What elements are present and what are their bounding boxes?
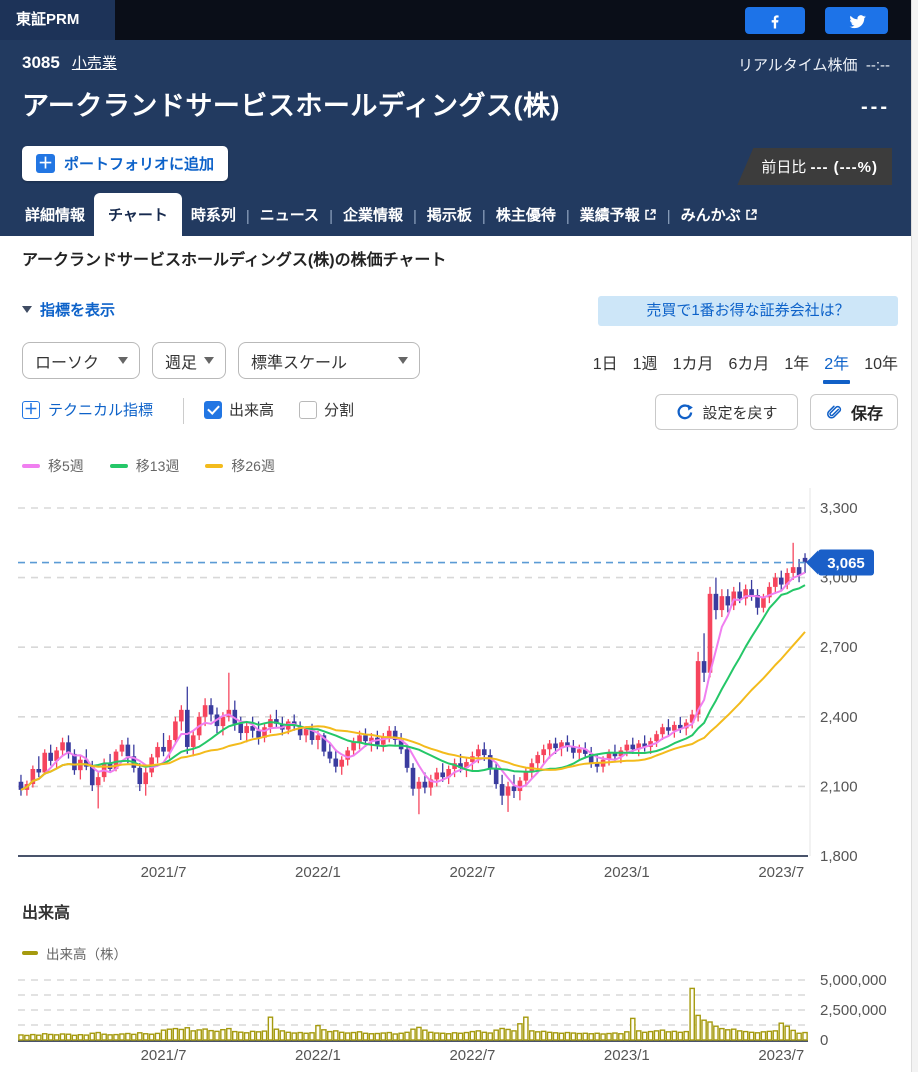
stock-code: 3085 (22, 53, 60, 72)
svg-text:2021/7: 2021/7 (141, 1047, 187, 1064)
volume-checkbox[interactable]: 出来高 (204, 399, 274, 420)
tab-detail[interactable]: 詳細情報 (20, 193, 90, 236)
svg-text:2023/7: 2023/7 (758, 864, 804, 881)
add-to-portfolio-button[interactable]: ＋ ポートフォリオに追加 (22, 146, 229, 181)
tab-board[interactable]: 掲示板 (422, 193, 477, 236)
tab-separator: | (329, 208, 333, 225)
scale-select[interactable]: 標準スケール (238, 342, 420, 379)
svg-text:2,100: 2,100 (820, 778, 858, 795)
period-6month[interactable]: 6カ月 (728, 350, 769, 384)
tab-shareholder-benefit[interactable]: 株主優待 (491, 193, 561, 236)
svg-text:2,500,000: 2,500,000 (820, 1002, 887, 1019)
svg-text:3,065: 3,065 (827, 555, 865, 572)
twitter-icon (849, 14, 866, 28)
timeframe-select[interactable]: 週足 (152, 342, 226, 379)
legend-ma5: 移5週 (22, 456, 84, 476)
volume-section-title: 出来高 (22, 905, 71, 922)
period-1week[interactable]: 1週 (633, 350, 658, 384)
tab-separator: | (245, 208, 250, 225)
plus-icon: ＋ (36, 154, 55, 173)
svg-text:2023/1: 2023/1 (604, 1047, 650, 1064)
indicator-toggle[interactable]: 指標を表示 (22, 299, 115, 320)
tab-minkabu[interactable]: みんかぶ (676, 193, 763, 236)
refresh-icon (678, 404, 694, 419)
tab-news[interactable]: ニュース (255, 193, 324, 236)
stock-chart-page: 東証PRM 3085 小売業 リアルタイム株価 --:-- アークランドサービス… (0, 0, 918, 1072)
sector-link[interactable]: 小売業 (72, 52, 117, 73)
svg-text:2022/1: 2022/1 (295, 864, 341, 881)
svg-text:2023/7: 2023/7 (758, 1047, 804, 1064)
tab-chart[interactable]: チャート (94, 193, 182, 236)
page-title: アークランドサービスホールディングス(株)の株価チャート (22, 252, 447, 269)
divider (183, 398, 184, 424)
svg-text:5,000,000: 5,000,000 (820, 972, 887, 989)
svg-text:2021/7: 2021/7 (141, 864, 187, 881)
price-candlestick-chart[interactable]: 1,8002,1002,4002,7003,0003,3002021/7 2022… (0, 480, 918, 895)
broker-promo-button[interactable]: 売買で1番お得な証券会社は？ (598, 296, 898, 326)
company-name: アークランドサービスホールディングス(株) (22, 91, 560, 121)
realtime-price: リアルタイム株価 --:-- (737, 57, 890, 74)
chevron-down-icon (204, 357, 214, 364)
period-10year[interactable]: 10年 (864, 350, 898, 384)
svg-text:2022/7: 2022/7 (449, 864, 495, 881)
chevron-down-icon (118, 357, 128, 364)
svg-text:1,800: 1,800 (820, 848, 858, 865)
volume-bar-chart[interactable]: 0 2,500,000 5,000,000 2021/7 2022/1 2022/7 202… (0, 940, 918, 1072)
top-bar: 東証PRM (0, 0, 918, 40)
tab-company-info[interactable]: 企業情報 (338, 193, 408, 236)
ma13-swatch (109, 464, 128, 468)
market-segment-badge: 東証PRM (0, 0, 115, 40)
checkbox-unchecked-icon (299, 400, 317, 419)
tab-earnings-forecast[interactable]: 業績予報 (575, 193, 662, 236)
moving-average-legend: 移5週 移13週 移26週 (22, 456, 275, 476)
period-selector: 1日 1週 1カ月 6カ月 1年 2年 10年 (593, 350, 898, 384)
svg-text:2022/7: 2022/7 (449, 1047, 495, 1064)
save-button[interactable]: 保存 (810, 394, 898, 430)
tab-timeseries[interactable]: 時系列 (186, 193, 241, 236)
svg-text:3,300: 3,300 (820, 500, 858, 517)
ma5-swatch (22, 464, 40, 468)
svg-text:0: 0 (820, 1032, 828, 1049)
checkbox-checked-icon (204, 400, 222, 419)
legend-ma13: 移13週 (109, 456, 179, 476)
triangle-down-icon (22, 306, 32, 313)
tab-separator: | (481, 208, 486, 225)
split-checkbox[interactable]: 分割 (299, 399, 354, 420)
technical-indicator-button[interactable]: ＋ テクニカル指標 (22, 399, 153, 420)
paperclip-icon (827, 405, 842, 419)
current-price-placeholder: --- (861, 96, 890, 118)
tab-separator: | (666, 208, 671, 225)
nav-tabs: 詳細情報 チャート 時系列 | ニュース | 企業情報 | 掲示板 | 株主優待… (20, 193, 763, 236)
chart-type-select[interactable]: ローソク (22, 342, 140, 379)
tab-separator: | (412, 208, 417, 225)
svg-text:2023/1: 2023/1 (604, 864, 650, 881)
svg-text:2,700: 2,700 (820, 639, 858, 656)
twitter-share-button[interactable] (825, 7, 888, 34)
period-1day[interactable]: 1日 (593, 350, 618, 384)
reset-settings-button[interactable]: 設定を戻す (655, 394, 798, 430)
page-scrollbar[interactable] (911, 0, 918, 1072)
facebook-icon (771, 14, 779, 28)
ma26-swatch (205, 464, 224, 468)
external-link-icon (645, 209, 656, 220)
svg-text:2,400: 2,400 (820, 709, 858, 726)
svg-text:2022/1: 2022/1 (295, 1047, 341, 1064)
external-link-icon (745, 209, 757, 220)
legend-ma26: 移26週 (205, 456, 275, 476)
period-1month[interactable]: 1カ月 (673, 350, 714, 384)
plus-box-icon: ＋ (22, 400, 40, 419)
chevron-down-icon (398, 357, 408, 364)
facebook-share-button[interactable] (745, 7, 805, 34)
prev-day-change-badge: 前日比 --- (---%) (737, 148, 892, 185)
stock-header: 3085 小売業 リアルタイム株価 --:-- アークランドサービスホールディン… (0, 40, 918, 236)
period-1year[interactable]: 1年 (784, 350, 809, 384)
tab-separator: | (565, 208, 570, 225)
period-2year[interactable]: 2年 (823, 350, 851, 384)
